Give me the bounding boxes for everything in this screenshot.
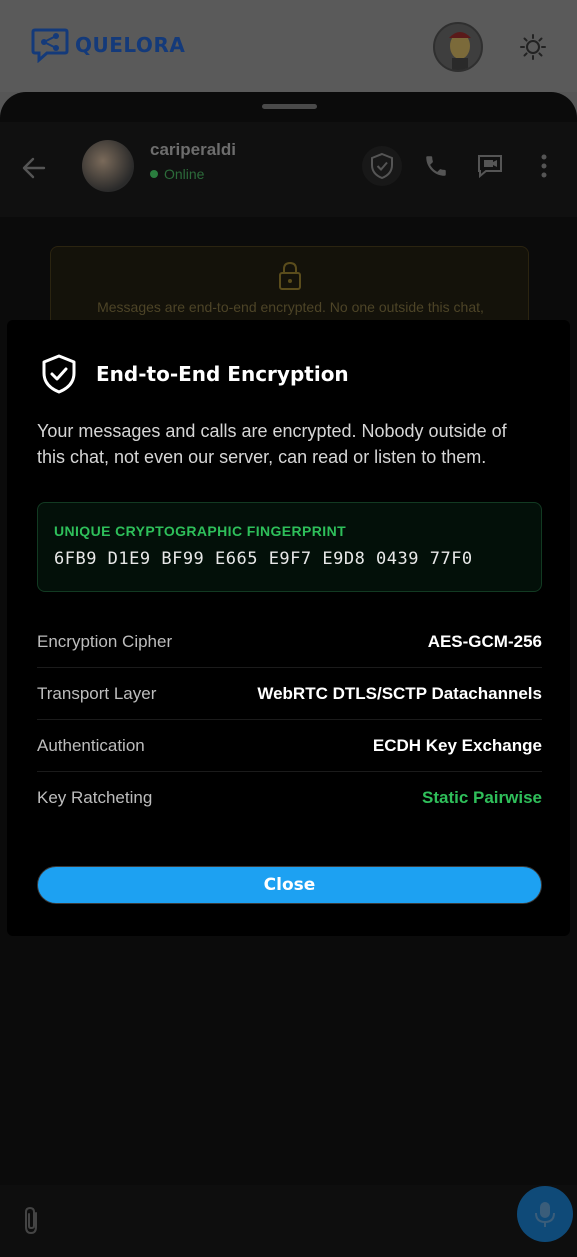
sun-icon[interactable] (519, 33, 547, 61)
encryption-dialog: End-to-End Encryption Your messages and … (7, 320, 570, 936)
brand-name: QUELORA (75, 33, 186, 57)
detail-label: Key Ratcheting (37, 788, 153, 807)
brand-logo[interactable]: QUELORA (31, 27, 185, 63)
fingerprint-value: 6FB9 D1E9 BF99 E665 E9F7 E9D8 0439 77F0 (54, 549, 473, 569)
detail-row-transport: Transport Layer WebRTC DTLS/SCTP Datacha… (37, 668, 542, 720)
avatar-illustration (449, 32, 471, 70)
record-voice-button[interactable] (517, 1186, 573, 1242)
dialog-title: End-to-End Encryption (96, 362, 349, 386)
fingerprint-box: UNIQUE CRYPTOGRAPHIC FINGERPRINT 6FB9 D1… (37, 502, 542, 592)
detail-value: WebRTC DTLS/SCTP Datachannels (257, 683, 542, 703)
detail-row-authentication: Authentication ECDH Key Exchange (37, 720, 542, 772)
lock-icon (279, 261, 301, 290)
online-dot (150, 170, 158, 178)
encryption-details: Encryption Cipher AES-GCM-256 Transport … (37, 616, 542, 824)
video-chat-icon (478, 155, 502, 179)
detail-value: Static Pairwise (421, 788, 542, 807)
detail-label: Transport Layer (37, 683, 157, 703)
composer-bar (0, 1185, 577, 1257)
peer-avatar[interactable] (82, 140, 134, 192)
peer-name: cariperaldi (150, 140, 236, 159)
detail-row-cipher: Encryption Cipher AES-GCM-256 (37, 616, 542, 668)
app-header: QUELORA (0, 0, 577, 92)
arrow-left-icon[interactable] (20, 154, 48, 182)
shield-check-icon (42, 354, 76, 394)
more-options-button[interactable] (524, 146, 564, 186)
fingerprint-label: UNIQUE CRYPTOGRAPHIC FINGERPRINT (54, 523, 347, 539)
dialog-description: Your messages and calls are encrypted. N… (37, 421, 507, 467)
user-avatar[interactable] (433, 22, 483, 72)
close-button[interactable]: Close (37, 866, 542, 904)
detail-row-ratcheting: Key Ratcheting Static Pairwise (37, 772, 542, 824)
detail-label: Authentication (37, 735, 145, 755)
sheet-drag-handle[interactable] (262, 104, 317, 109)
more-vertical-icon (541, 154, 547, 178)
verify-encryption-button[interactable] (362, 146, 402, 186)
detail-label: Encryption Cipher (37, 631, 173, 651)
video-chat-button[interactable] (470, 146, 510, 186)
peer-status: Online (150, 166, 204, 182)
microphone-icon (535, 1202, 555, 1227)
dialog-header: End-to-End Encryption (40, 353, 349, 395)
shield-check-icon (371, 152, 393, 180)
chat-share-logo-icon (31, 28, 69, 63)
chat-header: cariperaldi Online (0, 122, 577, 217)
detail-value: AES-GCM-256 (427, 631, 542, 651)
call-button[interactable] (416, 146, 456, 186)
encryption-notice-text: Messages are end-to-end encrypted. No on… (97, 299, 484, 315)
peer-status-text: Online (164, 166, 205, 182)
detail-value: ECDH Key Exchange (372, 735, 542, 755)
paperclip-icon[interactable] (18, 1205, 46, 1237)
phone-icon (426, 156, 446, 176)
